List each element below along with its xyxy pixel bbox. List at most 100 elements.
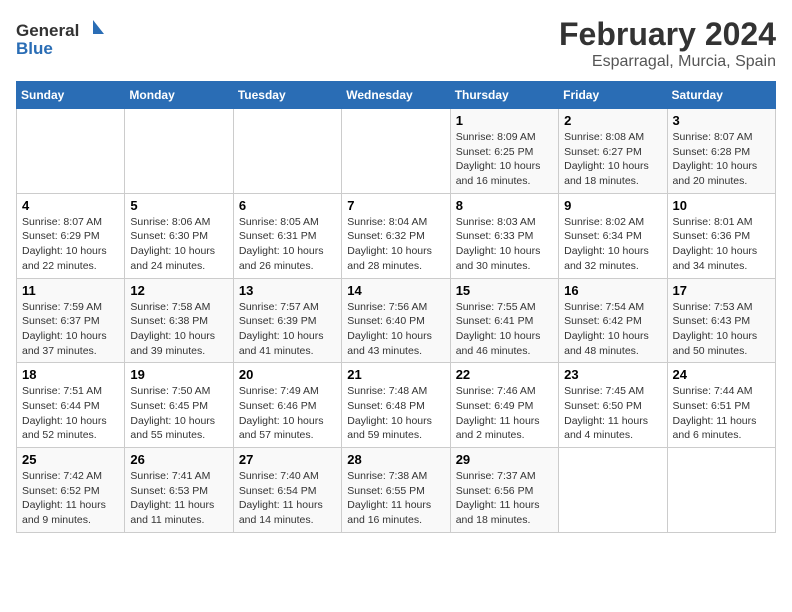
day-info: Sunrise: 7:55 AMSunset: 6:41 PMDaylight:… <box>456 300 553 359</box>
day-number: 5 <box>130 198 227 213</box>
calendar-cell: 15 Sunrise: 7:55 AMSunset: 6:41 PMDayligh… <box>450 278 558 363</box>
day-info: Sunrise: 8:06 AMSunset: 6:30 PMDaylight:… <box>130 215 227 274</box>
day-number: 25 <box>22 452 119 467</box>
day-number: 12 <box>130 283 227 298</box>
day-info: Sunrise: 8:07 AMSunset: 6:28 PMDaylight:… <box>673 130 770 189</box>
day-info: Sunrise: 8:08 AMSunset: 6:27 PMDaylight:… <box>564 130 661 189</box>
calendar-cell: 18 Sunrise: 7:51 AMSunset: 6:44 PMDayligh… <box>17 363 125 448</box>
calendar-cell: 10 Sunrise: 8:01 AMSunset: 6:36 PMDayligh… <box>667 193 775 278</box>
day-info: Sunrise: 7:46 AMSunset: 6:49 PMDaylight:… <box>456 384 553 443</box>
day-number: 10 <box>673 198 770 213</box>
day-info: Sunrise: 7:41 AMSunset: 6:53 PMDaylight:… <box>130 469 227 528</box>
calendar-cell: 17 Sunrise: 7:53 AMSunset: 6:43 PMDayligh… <box>667 278 775 363</box>
day-number: 8 <box>456 198 553 213</box>
day-info: Sunrise: 8:03 AMSunset: 6:33 PMDaylight:… <box>456 215 553 274</box>
calendar-cell <box>233 109 341 194</box>
logo-svg: General Blue <box>16 16 106 61</box>
calendar-cell: 28 Sunrise: 7:38 AMSunset: 6:55 PMDayligh… <box>342 448 450 533</box>
day-info: Sunrise: 7:49 AMSunset: 6:46 PMDaylight:… <box>239 384 336 443</box>
day-number: 22 <box>456 367 553 382</box>
day-info: Sunrise: 7:40 AMSunset: 6:54 PMDaylight:… <box>239 469 336 528</box>
day-info: Sunrise: 8:04 AMSunset: 6:32 PMDaylight:… <box>347 215 444 274</box>
day-number: 19 <box>130 367 227 382</box>
day-info: Sunrise: 8:05 AMSunset: 6:31 PMDaylight:… <box>239 215 336 274</box>
day-header-tuesday: Tuesday <box>233 82 341 109</box>
day-info: Sunrise: 7:56 AMSunset: 6:40 PMDaylight:… <box>347 300 444 359</box>
day-number: 21 <box>347 367 444 382</box>
calendar-cell: 24 Sunrise: 7:44 AMSunset: 6:51 PMDayligh… <box>667 363 775 448</box>
calendar-cell: 25 Sunrise: 7:42 AMSunset: 6:52 PMDayligh… <box>17 448 125 533</box>
calendar-cell: 27 Sunrise: 7:40 AMSunset: 6:54 PMDayligh… <box>233 448 341 533</box>
calendar-cell: 2 Sunrise: 8:08 AMSunset: 6:27 PMDaylight… <box>559 109 667 194</box>
day-number: 29 <box>456 452 553 467</box>
day-info: Sunrise: 7:51 AMSunset: 6:44 PMDaylight:… <box>22 384 119 443</box>
calendar-subtitle: Esparragal, Murcia, Spain <box>559 53 776 71</box>
title-area: February 2024 Esparragal, Murcia, Spain <box>559 16 776 71</box>
day-number: 3 <box>673 113 770 128</box>
calendar-cell <box>17 109 125 194</box>
calendar-cell: 9Sunrise: 8:02 AMSunset: 6:34 PMDaylight… <box>559 193 667 278</box>
day-info: Sunrise: 8:02 AMSunset: 6:34 PMDaylight:… <box>564 215 661 274</box>
calendar-cell <box>559 448 667 533</box>
day-number: 1 <box>456 113 553 128</box>
day-info: Sunrise: 8:01 AMSunset: 6:36 PMDaylight:… <box>673 215 770 274</box>
day-info: Sunrise: 7:45 AMSunset: 6:50 PMDaylight:… <box>564 384 661 443</box>
day-info: Sunrise: 8:09 AMSunset: 6:25 PMDaylight:… <box>456 130 553 189</box>
calendar-cell: 6 Sunrise: 8:05 AMSunset: 6:31 PMDaylight… <box>233 193 341 278</box>
calendar-cell: 7 Sunrise: 8:04 AMSunset: 6:32 PMDaylight… <box>342 193 450 278</box>
logo: General Blue <box>16 16 106 61</box>
calendar-cell: 5 Sunrise: 8:06 AMSunset: 6:30 PMDaylight… <box>125 193 233 278</box>
calendar-cell <box>667 448 775 533</box>
day-header-sunday: Sunday <box>17 82 125 109</box>
day-header-saturday: Saturday <box>667 82 775 109</box>
day-number: 26 <box>130 452 227 467</box>
day-info: Sunrise: 7:57 AMSunset: 6:39 PMDaylight:… <box>239 300 336 359</box>
day-number: 27 <box>239 452 336 467</box>
day-number: 4 <box>22 198 119 213</box>
day-number: 2 <box>564 113 661 128</box>
calendar-cell: 11 Sunrise: 7:59 AMSunset: 6:37 PMDayligh… <box>17 278 125 363</box>
day-number: 20 <box>239 367 336 382</box>
calendar-cell <box>125 109 233 194</box>
calendar-cell: 8 Sunrise: 8:03 AMSunset: 6:33 PMDaylight… <box>450 193 558 278</box>
day-header-thursday: Thursday <box>450 82 558 109</box>
day-number: 13 <box>239 283 336 298</box>
calendar-cell: 22 Sunrise: 7:46 AMSunset: 6:49 PMDayligh… <box>450 363 558 448</box>
day-header-friday: Friday <box>559 82 667 109</box>
day-info: Sunrise: 7:53 AMSunset: 6:43 PMDaylight:… <box>673 300 770 359</box>
calendar-cell <box>342 109 450 194</box>
day-number: 24 <box>673 367 770 382</box>
day-info: Sunrise: 7:44 AMSunset: 6:51 PMDaylight:… <box>673 384 770 443</box>
calendar-cell: 29Sunrise: 7:37 AMSunset: 6:56 PMDayligh… <box>450 448 558 533</box>
day-info: Sunrise: 7:54 AMSunset: 6:42 PMDaylight:… <box>564 300 661 359</box>
day-number: 15 <box>456 283 553 298</box>
calendar-cell: 14 Sunrise: 7:56 AMSunset: 6:40 PMDayligh… <box>342 278 450 363</box>
day-number: 16 <box>564 283 661 298</box>
calendar-cell: 12Sunrise: 7:58 AMSunset: 6:38 PMDayligh… <box>125 278 233 363</box>
day-number: 14 <box>347 283 444 298</box>
calendar-title: February 2024 <box>559 16 776 53</box>
calendar-cell: 23 Sunrise: 7:45 AMSunset: 6:50 PMDayligh… <box>559 363 667 448</box>
day-number: 28 <box>347 452 444 467</box>
header: General Blue February 2024 Esparragal, M… <box>16 16 776 71</box>
calendar-cell: 19Sunrise: 7:50 AMSunset: 6:45 PMDayligh… <box>125 363 233 448</box>
day-info: Sunrise: 7:38 AMSunset: 6:55 PMDaylight:… <box>347 469 444 528</box>
day-number: 17 <box>673 283 770 298</box>
day-info: Sunrise: 7:42 AMSunset: 6:52 PMDaylight:… <box>22 469 119 528</box>
day-number: 18 <box>22 367 119 382</box>
calendar-cell: 26 Sunrise: 7:41 AMSunset: 6:53 PMDayligh… <box>125 448 233 533</box>
calendar-cell: 21 Sunrise: 7:48 AMSunset: 6:48 PMDayligh… <box>342 363 450 448</box>
calendar-cell: 16 Sunrise: 7:54 AMSunset: 6:42 PMDayligh… <box>559 278 667 363</box>
day-header-wednesday: Wednesday <box>342 82 450 109</box>
calendar-cell: 4Sunrise: 8:07 AMSunset: 6:29 PMDaylight… <box>17 193 125 278</box>
day-info: Sunrise: 7:48 AMSunset: 6:48 PMDaylight:… <box>347 384 444 443</box>
calendar-cell: 13 Sunrise: 7:57 AMSunset: 6:39 PMDayligh… <box>233 278 341 363</box>
day-header-monday: Monday <box>125 82 233 109</box>
day-number: 7 <box>347 198 444 213</box>
day-number: 6 <box>239 198 336 213</box>
day-number: 11 <box>22 283 119 298</box>
calendar-table: SundayMondayTuesdayWednesdayThursdayFrid… <box>16 81 776 533</box>
svg-text:General: General <box>16 21 79 40</box>
day-number: 23 <box>564 367 661 382</box>
day-info: Sunrise: 7:59 AMSunset: 6:37 PMDaylight:… <box>22 300 119 359</box>
